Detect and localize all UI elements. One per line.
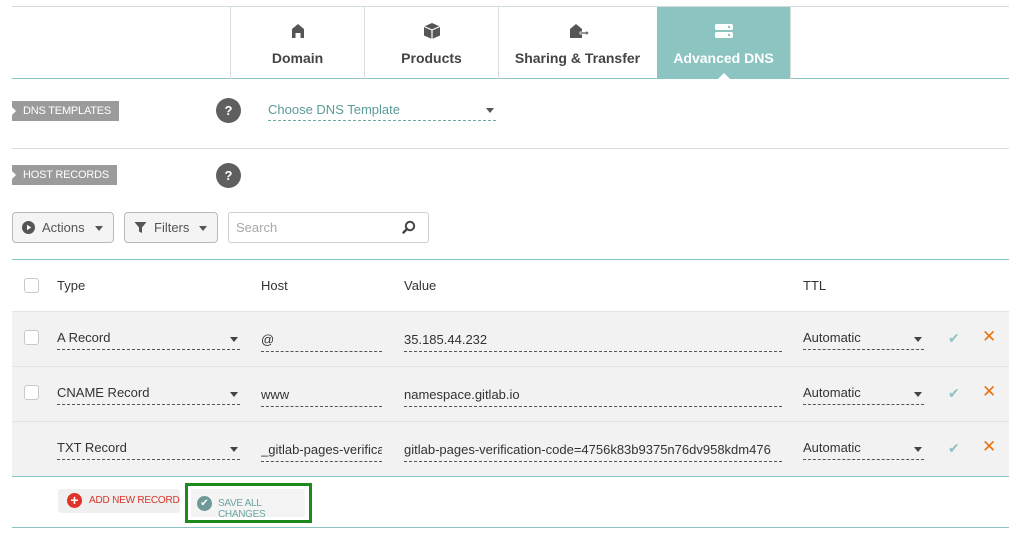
value-input[interactable]: gitlab-pages-verification-code=4756k83b9… xyxy=(404,440,782,462)
host-input[interactable]: www xyxy=(261,385,382,407)
add-new-record-button[interactable]: + ADD NEW RECORD xyxy=(58,489,180,513)
tab-label: Sharing & Transfer xyxy=(514,50,641,66)
confirm-check-icon[interactable]: ✔ xyxy=(948,385,960,402)
chevron-down-icon xyxy=(486,108,494,113)
dns-templates-tag: DNS TEMPLATES xyxy=(12,101,120,121)
tab-label: Domain xyxy=(271,50,324,66)
tab-label: Products xyxy=(401,50,462,66)
host-input[interactable]: _gitlab-pages-verification-code xyxy=(261,440,382,462)
save-all-changes-label: SAVE ALL CHANGES xyxy=(218,498,266,520)
record-value: 35.185.44.232 xyxy=(404,332,488,347)
host-records-tag: HOST RECORDS xyxy=(12,165,118,185)
transfer-icon xyxy=(569,24,589,38)
search-input[interactable] xyxy=(236,220,396,235)
select-all-checkbox[interactable] xyxy=(24,278,39,293)
actions-label: Actions xyxy=(42,220,85,235)
delete-x-icon[interactable]: ✕ xyxy=(982,327,996,347)
plus-circle-icon: + xyxy=(67,493,82,508)
ttl-value: Automatic xyxy=(803,440,861,455)
host-value: www xyxy=(261,387,290,402)
record-type-value: A Record xyxy=(57,330,111,345)
actions-button[interactable]: Actions xyxy=(12,212,114,243)
confirm-check-icon[interactable]: ✔ xyxy=(948,330,960,347)
column-header-type: Type xyxy=(57,278,86,293)
save-all-changes-button[interactable]: ✔ SAVE ALL CHANGES xyxy=(191,489,305,520)
add-new-record-label: ADD NEW RECORD xyxy=(89,495,180,506)
search-icon[interactable] xyxy=(402,220,416,234)
record-type-select[interactable]: A Record xyxy=(57,328,240,350)
table-header: Type Host Value TTL xyxy=(12,259,1009,312)
save-all-changes-highlight: ✔ SAVE ALL CHANGES xyxy=(185,483,312,523)
confirm-check-icon[interactable]: ✔ xyxy=(948,440,960,457)
section-divider xyxy=(12,148,1009,149)
column-header-host: Host xyxy=(261,278,288,293)
record-type-value: CNAME Record xyxy=(57,385,150,400)
bottom-divider xyxy=(12,527,1009,528)
host-records-help-icon[interactable]: ? xyxy=(216,163,241,188)
value-input[interactable]: 35.185.44.232 xyxy=(404,330,782,352)
filter-icon xyxy=(134,222,147,233)
tab-advanced-dns[interactable]: Advanced DNS xyxy=(657,7,790,80)
ttl-value: Automatic xyxy=(803,330,861,345)
chevron-down-icon xyxy=(230,392,238,397)
filters-button[interactable]: Filters xyxy=(124,212,218,243)
record-type-select[interactable]: TXT Record xyxy=(57,438,240,460)
value-input[interactable]: namespace.gitlab.io xyxy=(404,385,782,407)
box-icon xyxy=(423,23,440,39)
tab-domain[interactable]: Domain xyxy=(230,7,364,79)
host-input[interactable]: @ xyxy=(261,330,382,352)
play-circle-icon xyxy=(22,221,35,234)
dns-template-select[interactable]: Choose DNS Template xyxy=(268,101,496,121)
filters-label: Filters xyxy=(154,220,190,235)
home-icon xyxy=(291,24,304,38)
table-row: A Record @ 35.185.44.232 Automatic ✔ ✕ xyxy=(12,312,1009,367)
table-footer-divider xyxy=(12,476,1009,477)
chevron-down-icon xyxy=(199,226,207,231)
column-header-ttl: TTL xyxy=(803,278,827,293)
tab-products[interactable]: Products xyxy=(364,7,498,79)
record-type-value: TXT Record xyxy=(57,440,127,455)
tab-divider xyxy=(790,7,791,79)
row-checkbox[interactable] xyxy=(24,385,39,400)
domain-tab-bar: Domain Products Sharing & Transfer Advan… xyxy=(12,6,1009,80)
search-box xyxy=(228,212,429,243)
table-row: CNAME Record www namespace.gitlab.io Aut… xyxy=(12,367,1009,422)
record-value: gitlab-pages-verification-code=4756k83b9… xyxy=(404,442,771,457)
chevron-down-icon xyxy=(95,226,103,231)
table-row: TXT Record _gitlab-pages-verification-co… xyxy=(12,422,1009,477)
record-type-select[interactable]: CNAME Record xyxy=(57,383,240,405)
ttl-select[interactable]: Automatic xyxy=(803,438,924,460)
ttl-select[interactable]: Automatic xyxy=(803,328,924,350)
chevron-down-icon xyxy=(230,337,238,342)
chevron-down-icon xyxy=(914,392,922,397)
host-value: @ xyxy=(261,332,275,347)
tab-label: Advanced DNS xyxy=(673,50,774,66)
delete-x-icon[interactable]: ✕ xyxy=(982,382,996,402)
dns-server-icon xyxy=(714,24,733,38)
chevron-down-icon xyxy=(914,337,922,342)
row-checkbox[interactable] xyxy=(24,330,39,345)
host-value: _gitlab-pages-verification-code xyxy=(261,442,382,457)
dns-template-select-value: Choose DNS Template xyxy=(268,102,400,117)
ttl-select[interactable]: Automatic xyxy=(803,383,924,405)
tab-sharing-transfer[interactable]: Sharing & Transfer xyxy=(498,7,656,79)
delete-x-icon[interactable]: ✕ xyxy=(982,437,996,457)
record-value: namespace.gitlab.io xyxy=(404,387,520,402)
column-header-value: Value xyxy=(404,278,437,293)
chevron-down-icon xyxy=(914,447,922,452)
check-circle-icon: ✔ xyxy=(197,496,212,511)
chevron-down-icon xyxy=(230,447,238,452)
ttl-value: Automatic xyxy=(803,385,861,400)
dns-templates-help-icon[interactable]: ? xyxy=(216,98,241,123)
